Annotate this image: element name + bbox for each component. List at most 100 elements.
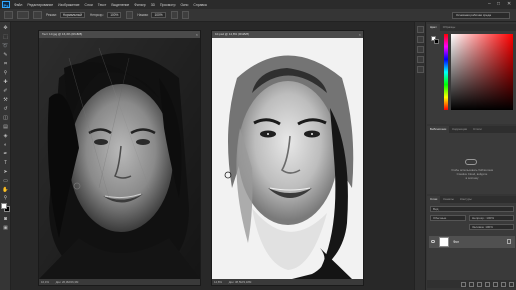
libraries-message-line-3: в систему <box>465 176 479 180</box>
flow-field[interactable]: 100% <box>151 12 166 18</box>
layer-opacity-field[interactable]: Непрозр.: 100% <box>469 215 514 221</box>
menu-image[interactable]: Изображение <box>58 3 79 7</box>
options-bar: Режим: Нормальный Непрозр.: 100% Нажим: … <box>0 9 516 22</box>
quick-select-tool-icon[interactable]: ✎ <box>2 52 9 58</box>
zoom-tool-icon[interactable]: ⚲ <box>2 195 9 201</box>
doc-size[interactable]: Док: 26,3M/26,3M <box>56 280 79 284</box>
document-tab-title[interactable]: Тест 10.jpg @ 16,4% (RGB/8) <box>39 31 200 38</box>
maximize-button[interactable]: □ <box>497 1 500 8</box>
layer-style-icon[interactable] <box>469 281 474 287</box>
document-window-photo[interactable]: Тест 10.jpg @ 16,4% (RGB/8) × 16,4% Док:… <box>38 30 201 286</box>
dodge-tool-icon[interactable]: ◐ <box>2 142 9 148</box>
move-tool-icon[interactable]: ✥ <box>2 25 9 31</box>
document-status-bar: 14,8% Док: 38,5M/3,18M <box>212 279 363 285</box>
zoom-level[interactable]: 14,8% <box>214 280 222 284</box>
color-panel-tabs: Цвет Образцы <box>427 24 516 31</box>
document-tab-title[interactable]: 10.psd @ 14,8% (RGB/8) <box>212 31 363 38</box>
history-brush-tool-icon[interactable]: ↺ <box>2 106 9 112</box>
layer-mask-icon[interactable] <box>477 281 482 287</box>
history-panel-icon[interactable] <box>417 26 424 33</box>
gradient-tool-icon[interactable]: ▤ <box>2 124 9 130</box>
close-icon[interactable]: × <box>196 31 198 38</box>
document-window-painting[interactable]: 10.psd @ 14,8% (RGB/8) × 14,8% Док: 38,5… <box>211 30 364 286</box>
brush-size-picker[interactable] <box>17 11 29 19</box>
brush-panel-icon[interactable] <box>33 11 42 19</box>
menu-type[interactable]: Текст <box>98 3 107 7</box>
navigator-panel-icon[interactable] <box>417 56 424 63</box>
info-panel-icon[interactable] <box>417 66 424 73</box>
visibility-eye-icon[interactable] <box>431 240 435 243</box>
hue-slider[interactable] <box>444 34 448 110</box>
color-field[interactable] <box>451 34 513 110</box>
properties-panel-icon[interactable] <box>417 36 424 43</box>
close-button[interactable]: ✕ <box>507 1 511 8</box>
eyedropper-tool-icon[interactable]: ⚲ <box>2 70 9 76</box>
menu-view[interactable]: Просмотр <box>160 3 176 7</box>
tab-swatches[interactable]: Образцы <box>440 24 459 31</box>
lasso-tool-icon[interactable]: ➰ <box>2 43 9 49</box>
layers-footer <box>427 280 516 288</box>
workspace-select[interactable]: Основная рабочая среда <box>452 12 510 19</box>
layer-filter-select[interactable]: Вид <box>430 206 514 212</box>
menu-file[interactable]: Файл <box>14 3 22 7</box>
lock-icon <box>507 239 511 244</box>
tab-layers[interactable]: Слои <box>427 196 441 203</box>
tab-channels[interactable]: Каналы <box>440 196 457 203</box>
layer-row[interactable]: Фон <box>429 236 515 248</box>
doc-size[interactable]: Док: 38,5M/3,18M <box>229 280 252 284</box>
airbrush-icon[interactable] <box>170 11 178 19</box>
clone-stamp-tool-icon[interactable]: ⚒ <box>2 97 9 103</box>
blur-tool-icon[interactable]: ◈ <box>2 133 9 139</box>
delete-layer-icon[interactable] <box>509 281 514 287</box>
libraries-panel-tabs: Библиотеки Коррекция Стили <box>427 126 516 133</box>
layer-fill-field[interactable]: Заливка: 100% <box>469 224 514 230</box>
screen-mode-icon[interactable]: ▣ <box>2 225 9 231</box>
healing-brush-tool-icon[interactable]: ✚ <box>2 79 9 85</box>
minimize-button[interactable]: – <box>488 1 491 8</box>
right-panel-dock: Цвет Образцы Библиотеки Коррекция Стили … <box>414 22 516 290</box>
hand-tool-icon[interactable]: ✋ <box>2 187 9 193</box>
document-status-bar: 16,4% Док: 26,3M/26,3M <box>39 279 200 285</box>
mode-select[interactable]: Нормальный <box>59 12 85 18</box>
tab-libraries[interactable]: Библиотеки <box>427 126 450 133</box>
menu-window[interactable]: Окно <box>181 3 189 7</box>
opacity-field[interactable]: 100% <box>107 12 122 18</box>
eraser-tool-icon[interactable]: ◫ <box>2 115 9 121</box>
pressure-size-icon[interactable] <box>181 11 189 19</box>
tab-adjustments[interactable]: Коррекция <box>449 126 470 133</box>
mode-label: Режим: <box>46 13 57 17</box>
painting-canvas[interactable] <box>212 38 363 279</box>
brush-presets-icon[interactable] <box>417 46 424 53</box>
pressure-opacity-icon[interactable] <box>126 11 134 19</box>
close-icon[interactable]: × <box>359 31 361 38</box>
blend-mode-select[interactable]: Обычные <box>430 215 466 221</box>
menu-edit[interactable]: Редактирование <box>27 3 53 7</box>
zoom-level[interactable]: 16,4% <box>41 280 49 284</box>
tool-preset-icon[interactable] <box>4 11 13 19</box>
menu-layer[interactable]: Слои <box>85 3 93 7</box>
path-selection-tool-icon[interactable]: ➤ <box>2 169 9 175</box>
menu-help[interactable]: Справка <box>193 3 206 7</box>
foreground-color-swatch[interactable] <box>1 203 7 209</box>
tab-paths[interactable]: Контуры <box>457 196 475 203</box>
tab-color[interactable]: Цвет <box>427 24 440 31</box>
collapsed-panels-strip <box>415 22 426 290</box>
canvas-area: Тест 10.jpg @ 16,4% (RGB/8) × 16,4% Док:… <box>11 22 414 290</box>
brush-tool-icon[interactable]: ✐ <box>2 88 9 94</box>
marquee-tool-icon[interactable]: ⬚ <box>2 34 9 40</box>
link-layers-icon[interactable] <box>461 281 466 287</box>
new-group-icon[interactable] <box>493 281 498 287</box>
crop-tool-icon[interactable]: ⌗ <box>2 61 9 67</box>
new-layer-icon[interactable] <box>501 281 506 287</box>
adjustment-layer-icon[interactable] <box>485 281 490 287</box>
color-bg-swatch[interactable] <box>434 39 439 44</box>
shape-tool-icon[interactable]: ▭ <box>2 178 9 184</box>
type-tool-icon[interactable]: T <box>2 160 9 166</box>
menu-filter[interactable]: Фильтр <box>134 3 145 7</box>
tab-styles[interactable]: Стили <box>470 126 485 133</box>
layer-name[interactable]: Фон <box>453 236 459 248</box>
menu-select[interactable]: Выделение <box>111 3 129 7</box>
quick-mask-icon[interactable]: ◙ <box>2 216 9 222</box>
pen-tool-icon[interactable]: ✒ <box>2 151 9 157</box>
menu-3d[interactable]: 3D <box>151 3 155 7</box>
